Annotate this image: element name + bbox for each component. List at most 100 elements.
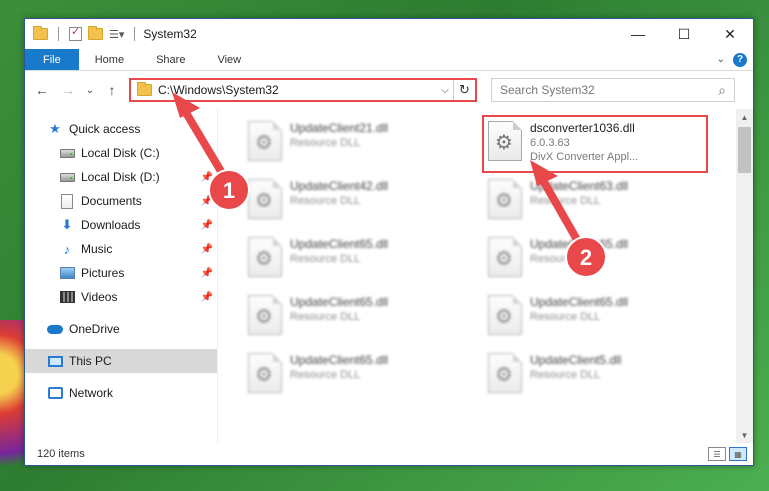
file-explorer-window: ☰▾ System32 — ☐ ✕ File Home Share View ⌄… [24,18,754,466]
item-count: 120 items [37,448,85,460]
file-name: UpdateClient65.dll [290,353,389,367]
address-path[interactable]: C:\Windows\System32 [158,83,437,97]
properties-icon[interactable] [69,25,82,41]
file-name: UpdateClient65.dll [290,295,389,309]
folder-icon [33,26,48,40]
search-icon[interactable]: ⌕ [718,82,726,99]
scroll-thumb[interactable] [738,127,751,173]
star-icon: ★ [49,121,61,136]
recent-locations-button[interactable]: ⌄ [83,79,97,101]
sidebar-item-network[interactable]: Network [25,381,217,405]
address-dropdown-icon[interactable]: ⌵ [437,85,453,96]
file-type: Resource DLL [530,253,601,265]
pin-icon[interactable]: 📌 [201,172,213,183]
pin-icon[interactable]: 📌 [201,196,213,207]
file-name: UpdateClient63.dll [530,179,629,193]
navigation-pane: ★ Quick access Local Disk (C:) Local Dis… [25,109,218,443]
sidebar-item-local-disk-c[interactable]: Local Disk (C:) [25,141,217,165]
sidebar-item-local-disk-d[interactable]: Local Disk (D:) 📌 [25,165,217,189]
file-item[interactable]: UpdateClient21.dll Resource DLL [244,113,470,169]
dll-file-icon [248,295,282,335]
sidebar-item-music[interactable]: ♪ Music 📌 [25,237,217,261]
sidebar-item-label: Local Disk (C:) [81,146,160,160]
dll-file-icon [488,295,522,335]
file-name: UpdateClient21.dll [290,121,389,135]
videos-icon [59,291,75,303]
pin-icon[interactable]: 📌 [201,268,213,279]
tab-view[interactable]: View [201,49,257,70]
file-list: UpdateClient21.dll Resource DLL UpdateCl… [218,109,753,443]
large-icons-view-icon[interactable]: ▦ [729,447,747,461]
file-name: UpdateClient65.dll [530,295,629,309]
help-icon[interactable]: ? [733,52,747,67]
minimize-button[interactable]: — [615,19,661,49]
sidebar-item-label: Documents [81,194,142,208]
sidebar-item-documents[interactable]: Documents 📌 [25,189,217,213]
sidebar-item-downloads[interactable]: ⬇ Downloads 📌 [25,213,217,237]
file-item[interactable]: UpdateClient63.dll Resource DLL [484,171,710,227]
new-folder-icon[interactable] [88,26,103,40]
divider [134,27,136,41]
scroll-up-icon[interactable]: ▲ [736,109,753,125]
sidebar-item-videos[interactable]: Videos 📌 [25,285,217,309]
window-title: System32 [143,27,197,41]
pin-icon[interactable]: 📌 [201,220,213,231]
divider [58,27,59,41]
sidebar-item-pictures[interactable]: Pictures 📌 [25,261,217,285]
quick-access-toolbar: ☰▾ [25,25,139,41]
file-item[interactable]: UpdateClient5.dll Resource DLL [484,345,710,401]
file-type: Resource DLL [530,311,601,323]
scroll-down-icon[interactable]: ▼ [736,427,753,443]
sidebar-item-label: OneDrive [69,322,120,336]
file-type: Resource DLL [290,253,361,265]
navigation-bar: ← → ⌄ ↑ C:\Windows\System32 ⌵ ↻ Search S… [25,71,753,109]
this-pc-icon [47,355,63,367]
tab-share[interactable]: Share [140,49,201,70]
tab-home[interactable]: Home [79,49,140,70]
vertical-scrollbar[interactable]: ▲ ▼ [736,109,753,443]
highlight-box-file [482,115,708,173]
music-icon: ♪ [63,241,71,257]
sidebar-item-this-pc[interactable]: This PC [25,349,217,373]
sidebar-item-label: Quick access [69,122,141,136]
back-button[interactable]: ← [31,79,53,101]
status-bar: 120 items ☰ ▦ [25,443,753,465]
window-controls: — ☐ ✕ [615,19,753,49]
ribbon-tabs: File Home Share View ⌄ ? [25,49,753,71]
file-item[interactable]: UpdateClient65.dll Resource DLL [484,229,710,285]
file-type: Resource DLL [530,369,601,381]
pin-icon[interactable]: 📌 [201,292,213,303]
dll-file-icon [488,237,522,277]
onedrive-icon [47,324,63,334]
file-type: Resource DLL [290,195,361,207]
forward-button[interactable]: → [57,79,79,101]
search-input[interactable]: Search System32 [500,83,718,97]
address-bar[interactable]: C:\Windows\System32 ⌵ ↻ [129,78,477,102]
tab-file[interactable]: File [25,49,79,70]
dll-file-icon [488,179,522,219]
file-item[interactable]: UpdateClient65.dll Resource DLL [244,345,470,401]
search-box[interactable]: Search System32 ⌕ [491,78,735,102]
file-item[interactable]: UpdateClient65.dll Resource DLL [484,287,710,343]
sidebar-item-onedrive[interactable]: OneDrive [25,317,217,341]
file-name: UpdateClient65.dll [530,237,629,251]
file-item[interactable]: UpdateClient65.dll Resource DLL [244,287,470,343]
file-item[interactable]: UpdateClient65.dll Resource DLL [244,229,470,285]
downloads-icon: ⬇ [61,217,73,232]
file-item[interactable]: UpdateClient42.dll Resource DLL [244,171,470,227]
sidebar-item-quick-access[interactable]: ★ Quick access [25,117,217,141]
pin-icon[interactable]: 📌 [201,244,213,255]
up-button[interactable]: ↑ [101,79,123,101]
maximize-button[interactable]: ☐ [661,19,707,49]
details-view-icon[interactable]: ☰ [708,447,726,461]
refresh-button[interactable]: ↻ [453,80,475,100]
chevron-down-icon[interactable]: ⌄ [717,54,725,65]
file-name: UpdateClient42.dll [290,179,389,193]
view-switcher: ☰ ▦ [708,447,747,461]
customize-toolbar-icon[interactable]: ☰▾ [109,28,124,41]
dll-file-icon [488,353,522,393]
file-name: UpdateClient5.dll [530,353,622,367]
folder-icon [137,82,152,96]
close-button[interactable]: ✕ [707,19,753,49]
network-icon [47,387,63,399]
